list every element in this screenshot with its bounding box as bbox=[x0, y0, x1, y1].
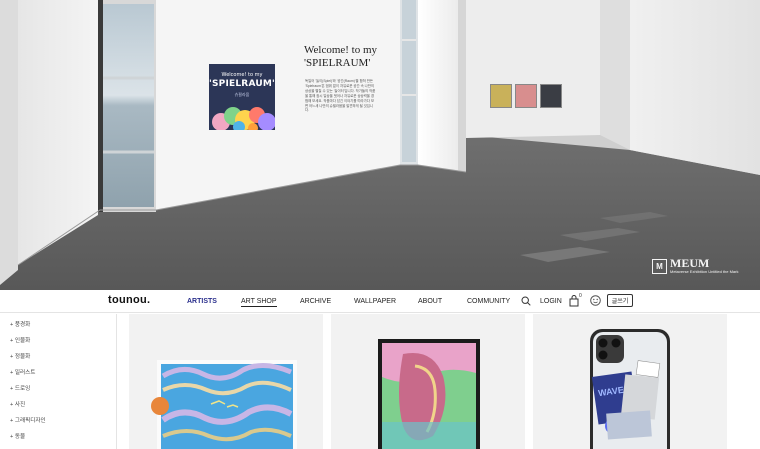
nav-about[interactable]: ABOUT bbox=[418, 298, 442, 305]
category-sidebar: + 풍경화 + 인물화 + 정물화 + 일러스트 + 드로잉 + 사진 + 그래… bbox=[0, 314, 117, 449]
phone-case-thumbnail: WAVES bbox=[590, 329, 670, 449]
product-card-3[interactable]: WAVES bbox=[533, 314, 727, 449]
artwork-thumbnail bbox=[378, 339, 480, 449]
category-portrait[interactable]: + 인물화 bbox=[10, 336, 30, 344]
small-artwork-3[interactable] bbox=[540, 84, 562, 108]
login-link[interactable]: LOGIN bbox=[540, 298, 562, 305]
category-still-life[interactable]: + 정물화 bbox=[10, 352, 30, 360]
site-logo[interactable]: tounou. bbox=[108, 294, 150, 306]
nav-archive[interactable]: ARCHIVE bbox=[300, 298, 331, 305]
cart-count: 0 bbox=[579, 293, 582, 299]
watermark-title: MEUM bbox=[670, 256, 710, 270]
cart-icon[interactable] bbox=[569, 295, 579, 307]
nav-artists[interactable]: ARTISTS bbox=[187, 298, 217, 305]
small-artwork-1[interactable] bbox=[490, 84, 512, 108]
main-nav: tounou. ARTISTS ART SHOP ARCHIVE WALLPAP… bbox=[0, 290, 760, 313]
nav-community[interactable]: COMMUNITY bbox=[467, 298, 510, 305]
write-button[interactable]: 글쓰기 bbox=[607, 294, 633, 307]
artwork-thumbnail bbox=[151, 360, 297, 449]
wall-title-line-2: 'SPIELRAUM' bbox=[304, 57, 371, 69]
wall-title-line-1: Welcome! to my bbox=[304, 44, 378, 56]
watermark-subtitle: Metaverse Exhibition Untitled the Mark bbox=[670, 269, 739, 274]
category-animal[interactable]: + 동물 bbox=[10, 432, 25, 440]
product-card-1[interactable] bbox=[129, 314, 323, 449]
poster-line-3: 슈필라움 bbox=[234, 92, 250, 97]
gallery-hero[interactable]: Welcome! to my 'SPIELRAUM' 슈필라움 Welcome!… bbox=[0, 0, 760, 290]
meum-logo-icon: M bbox=[652, 258, 667, 274]
wall-title: Welcome! to my 'SPIELRAUM' bbox=[304, 44, 394, 70]
small-artwork-2[interactable] bbox=[515, 84, 537, 108]
poster-line-2: 'SPIELRAUM' bbox=[209, 79, 275, 89]
nav-art-shop[interactable]: ART SHOP bbox=[241, 298, 277, 307]
category-drawing[interactable]: + 드로잉 bbox=[10, 384, 30, 392]
category-illustration[interactable]: + 일러스트 bbox=[10, 368, 35, 376]
category-graphic-design[interactable]: + 그래픽디자인 bbox=[10, 416, 46, 424]
wall-body-text: 독일어 '놀이(Spiel)'와 '공간(Raum)'을 합쳐 만든 'Spie… bbox=[305, 79, 376, 113]
nav-wallpaper[interactable]: WALLPAPER bbox=[354, 298, 396, 305]
search-icon[interactable] bbox=[521, 296, 531, 306]
small-artworks bbox=[490, 84, 562, 108]
profile-icon[interactable] bbox=[590, 295, 601, 306]
poster-line-1: Welcome! to my bbox=[221, 72, 263, 78]
meum-watermark: M MEUM Metaverse Exhibition Untitled the… bbox=[652, 256, 739, 274]
exhibition-poster[interactable]: Welcome! to my 'SPIELRAUM' 슈필라움 bbox=[209, 64, 275, 130]
product-card-2[interactable] bbox=[331, 314, 525, 449]
category-photo[interactable]: + 사진 bbox=[10, 400, 25, 408]
category-landscape[interactable]: + 풍경화 bbox=[10, 320, 30, 328]
